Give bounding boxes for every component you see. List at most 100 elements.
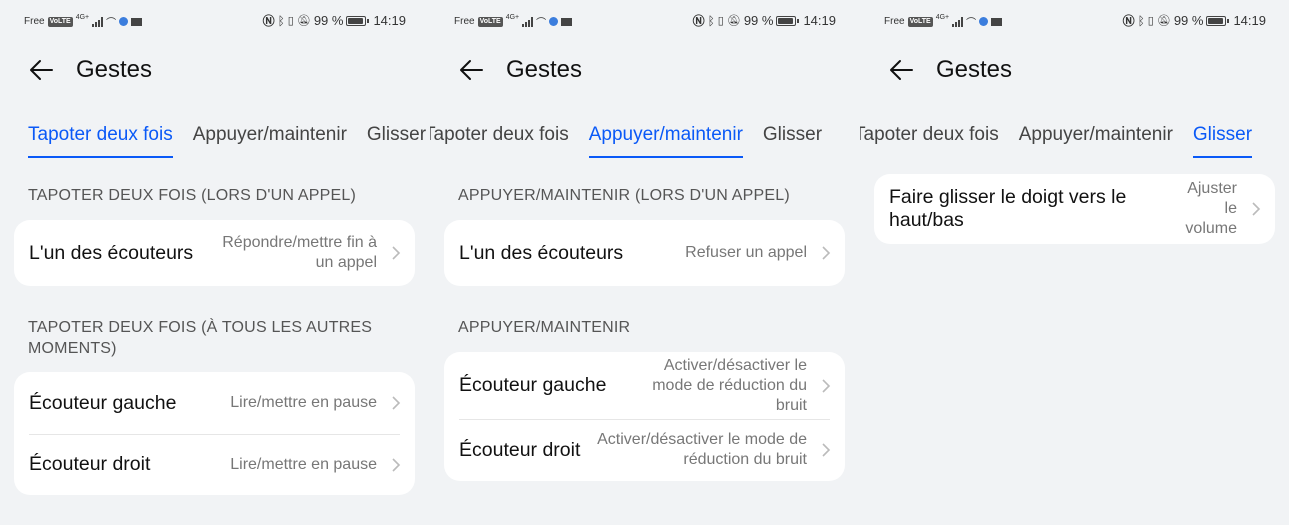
carrier-label: Free: [454, 16, 475, 27]
chevron-right-icon: [822, 246, 831, 260]
setting-row-left-earbud[interactable]: Écouteur gauche Activer/désactiver le mo…: [444, 352, 845, 419]
nfc-icon: Ⓝ: [1122, 14, 1135, 28]
tab-swipe[interactable]: Glisser: [763, 124, 822, 158]
vpn-icon: [979, 17, 989, 26]
volte-badge: VoLTE: [47, 16, 73, 27]
network-type: 4G+: [75, 14, 90, 21]
vpn-icon: [119, 17, 129, 26]
signal-icon: [952, 16, 964, 27]
status-bar: Free VoLTE 4G+ ⌒ Ⓝ ᛒ ▯ 🔕︎ 99 % 14:19: [430, 10, 860, 32]
setting-value: Répondre/mettre fin à un appel: [222, 234, 377, 271]
carrier-label: Free: [24, 16, 45, 27]
tab-tap-twice[interactable]: Tapoter deux fois: [28, 124, 173, 158]
section-heading: TAPOTER DEUX FOIS (LORS D'UN APPEL): [28, 187, 357, 204]
nfc-icon: Ⓝ: [692, 14, 705, 28]
setting-label: L'un des écouteurs: [29, 241, 194, 264]
tab-tap-twice[interactable]: Tapoter deux fois: [860, 124, 999, 158]
tab-bar: Tapoter deux fois Appuyer/maintenir Glis…: [430, 124, 822, 158]
bluetooth-icon: ᛒ: [1137, 13, 1145, 28]
chevron-right-icon: [392, 396, 401, 410]
battery-percent: 99 %: [1173, 13, 1204, 28]
setting-value: Ajuster le volume: [1185, 180, 1237, 237]
setting-value: Refuser un appel: [685, 244, 807, 261]
page-title: Gestes: [76, 56, 153, 83]
mail-icon: [131, 17, 143, 26]
setting-value: Activer/désactiver le mode de réduction …: [652, 356, 807, 414]
bluetooth-icon: ᛒ: [277, 13, 285, 28]
nfc-icon: Ⓝ: [262, 14, 275, 28]
back-arrow-icon[interactable]: [458, 57, 484, 83]
chevron-right-icon: [392, 457, 401, 472]
setting-value: Activer/désactiver le mode de réduction …: [597, 431, 807, 468]
section-heading: APPUYER/MAINTENIR: [458, 319, 631, 336]
carrier-label: Free: [884, 16, 905, 27]
panel-swipe: Free VoLTE 4G+ ⌒ Ⓝ ᛒ ▯ 🔕︎ 99 % 14:19 Ges…: [860, 0, 1289, 525]
mute-icon: 🔕︎: [296, 15, 311, 27]
signal-icon: [92, 16, 104, 27]
clock: 14:19: [803, 13, 836, 28]
setting-row-right-earbud[interactable]: Écouteur droit Lire/mettre en pause: [14, 434, 415, 495]
tab-swipe[interactable]: Glisser: [1192, 124, 1253, 158]
mail-icon: [561, 17, 573, 26]
tab-tap-twice[interactable]: Tapoter deux fois: [430, 124, 569, 158]
header: Gestes: [28, 52, 152, 88]
chevron-right-icon: [822, 378, 831, 393]
tab-press-hold[interactable]: Appuyer/maintenir: [588, 124, 744, 158]
mute-icon: 🔕︎: [726, 15, 741, 27]
setting-label: Écouteur droit: [459, 438, 581, 461]
vibrate-icon: ▯: [1147, 15, 1154, 27]
setting-row-either-earbud[interactable]: L'un des écouteurs Refuser un appel: [444, 220, 845, 286]
volte-badge: VoLTE: [907, 16, 933, 27]
setting-label: Écouteur gauche: [459, 374, 607, 396]
tab-press-hold[interactable]: Appuyer/maintenir: [1019, 124, 1173, 158]
setting-value: Lire/mettre en pause: [230, 394, 377, 411]
settings-card: Écouteur gauche Activer/désactiver le mo…: [444, 352, 845, 481]
section-heading: APPUYER/MAINTENIR (LORS D'UN APPEL): [458, 187, 790, 204]
page-title: Gestes: [936, 56, 1013, 83]
chevron-right-icon: [822, 443, 831, 457]
clock: 14:19: [373, 13, 406, 28]
setting-label: Faire glisser le doigt vers le haut/bas: [889, 186, 1127, 231]
network-type: 4G+: [935, 14, 950, 21]
vpn-icon: [549, 17, 559, 26]
battery-percent: 99 %: [313, 13, 344, 28]
header: Gestes: [888, 52, 1012, 88]
panel-tap-twice: Free VoLTE 4G+ ⌒ Ⓝ ᛒ ▯ 🔕︎ 99 % 14:19 Ges…: [0, 0, 430, 525]
tab-bar: Tapoter deux fois Appuyer/maintenir Glis…: [860, 124, 1253, 158]
setting-value: Lire/mettre en pause: [230, 455, 377, 473]
volte-badge: VoLTE: [477, 16, 503, 27]
setting-row-left-earbud[interactable]: Écouteur gauche Lire/mettre en pause: [14, 372, 415, 434]
setting-label: Écouteur gauche: [29, 391, 177, 414]
settings-card: L'un des écouteurs Refuser un appel: [444, 220, 845, 286]
mute-icon: 🔕︎: [1156, 15, 1171, 27]
tab-swipe[interactable]: Glisser: [367, 124, 426, 158]
vibrate-icon: ▯: [717, 15, 724, 27]
settings-card: Écouteur gauche Lire/mettre en pause Éco…: [14, 372, 415, 495]
status-bar: Free VoLTE 4G+ ⌒ Ⓝ ᛒ ▯ 🔕︎ 99 % 14:19: [0, 10, 430, 32]
settings-card: L'un des écouteurs Répondre/mettre fin à…: [14, 220, 415, 286]
panel-press-hold: Free VoLTE 4G+ ⌒ Ⓝ ᛒ ▯ 🔕︎ 99 % 14:19 Ges…: [430, 0, 860, 525]
chevron-right-icon: [392, 246, 401, 260]
settings-card: Faire glisser le doigt vers le haut/bas …: [874, 174, 1275, 244]
setting-row-swipe-up-down[interactable]: Faire glisser le doigt vers le haut/bas …: [874, 174, 1275, 244]
wifi-icon: ⌒: [966, 18, 977, 29]
battery-icon: [1206, 15, 1230, 26]
battery-icon: [776, 15, 800, 26]
page-title: Gestes: [506, 56, 583, 83]
battery-percent: 99 %: [743, 13, 774, 28]
tab-press-hold[interactable]: Appuyer/maintenir: [193, 124, 347, 158]
wifi-icon: ⌒: [536, 18, 547, 29]
setting-row-right-earbud[interactable]: Écouteur droit Activer/désactiver le mod…: [444, 419, 845, 481]
setting-label: Écouteur droit: [29, 453, 151, 475]
network-type: 4G+: [505, 14, 520, 21]
setting-row-either-earbud[interactable]: L'un des écouteurs Répondre/mettre fin à…: [14, 220, 415, 286]
tab-bar: Tapoter deux fois Appuyer/maintenir Glis…: [28, 124, 426, 158]
back-arrow-icon[interactable]: [28, 57, 54, 83]
battery-icon: [346, 15, 370, 26]
clock: 14:19: [1233, 13, 1266, 28]
chevron-right-icon: [1252, 202, 1261, 216]
setting-label: L'un des écouteurs: [459, 241, 624, 264]
status-bar: Free VoLTE 4G+ ⌒ Ⓝ ᛒ ▯ 🔕︎ 99 % 14:19: [860, 10, 1289, 32]
back-arrow-icon[interactable]: [888, 57, 914, 83]
header: Gestes: [458, 52, 582, 88]
